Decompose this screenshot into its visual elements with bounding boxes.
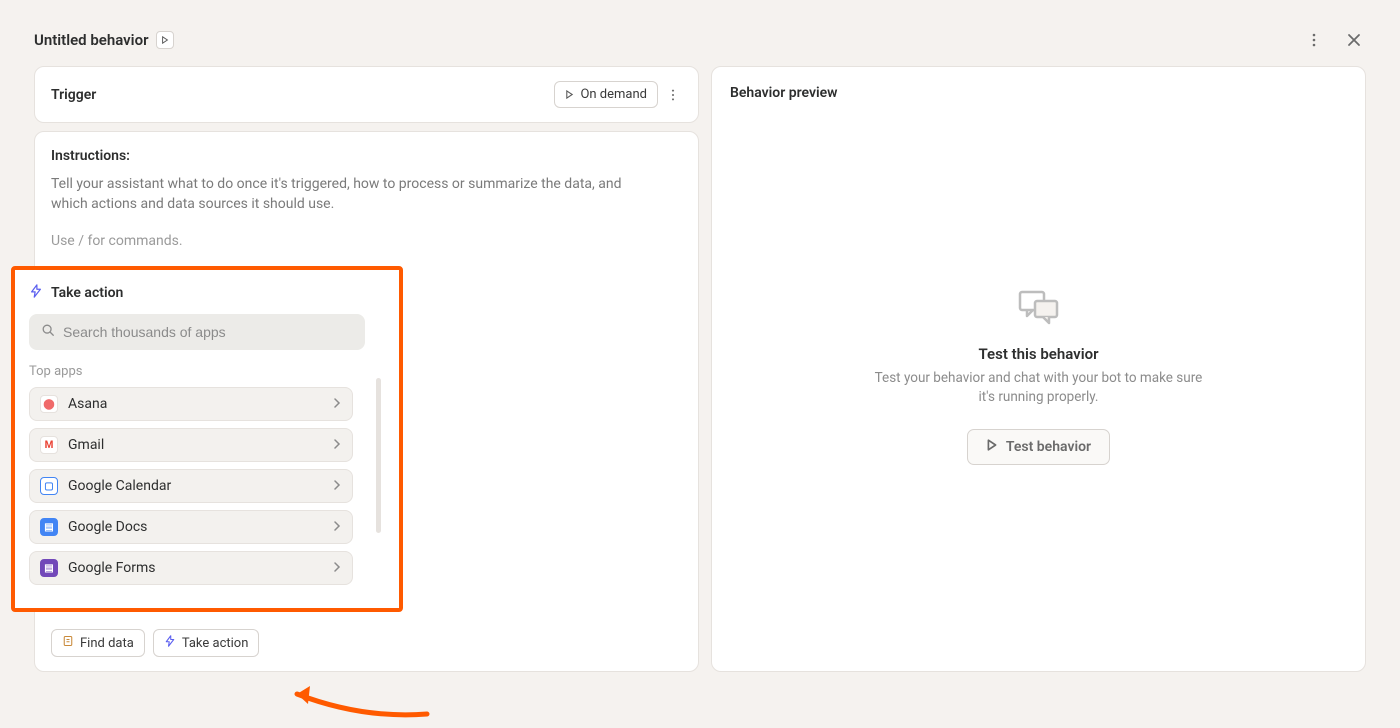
lightning-icon	[29, 284, 43, 302]
chevron-right-icon	[332, 519, 342, 535]
trigger-card: Trigger On demand	[34, 66, 699, 123]
gmail-icon: M	[40, 436, 58, 454]
more-menu-icon[interactable]	[1302, 28, 1326, 52]
trigger-more-icon[interactable]	[664, 83, 682, 107]
test-behavior-button[interactable]: Test behavior	[967, 429, 1110, 465]
play-icon	[986, 439, 998, 455]
app-item-label: Google Forms	[68, 560, 156, 576]
app-item-label: Google Docs	[68, 519, 147, 535]
find-data-label: Find data	[80, 636, 134, 651]
trigger-mode-chip[interactable]: On demand	[554, 81, 658, 108]
app-search-box[interactable]	[29, 314, 365, 350]
chat-icon	[1017, 289, 1061, 331]
app-item-label: Gmail	[68, 437, 104, 453]
search-icon	[41, 323, 55, 341]
app-item-google-calendar[interactable]: ▢ Google Calendar	[29, 469, 353, 503]
app-search-input[interactable]	[63, 324, 353, 340]
run-icon[interactable]	[156, 31, 174, 49]
app-item-gmail[interactable]: M Gmail	[29, 428, 353, 462]
app-item-google-forms[interactable]: ▤ Google Forms	[29, 551, 353, 585]
asana-icon: ⬤	[40, 395, 58, 413]
popover-title: Take action	[51, 285, 123, 301]
chevron-right-icon	[332, 560, 342, 576]
annotation-arrow	[282, 674, 432, 728]
lightning-icon	[164, 635, 176, 651]
behavior-title[interactable]: Untitled behavior	[34, 31, 148, 49]
google-calendar-icon: ▢	[40, 477, 58, 495]
preview-heading: Test this behavior	[979, 345, 1099, 363]
instructions-card: Instructions: Tell your assistant what t…	[34, 131, 699, 672]
chevron-right-icon	[332, 437, 342, 453]
top-apps-label: Top apps	[29, 364, 385, 379]
take-action-button[interactable]: Take action	[153, 629, 260, 657]
preview-panel: Behavior preview Test this behavior Test…	[711, 66, 1366, 672]
app-item-label: Google Calendar	[68, 478, 171, 494]
google-forms-icon: ▤	[40, 559, 58, 577]
document-icon	[62, 635, 74, 651]
app-item-label: Asana	[68, 396, 107, 412]
find-data-button[interactable]: Find data	[51, 629, 145, 657]
instructions-input[interactable]: Use / for commands.	[51, 233, 682, 249]
test-behavior-label: Test behavior	[1006, 439, 1091, 455]
scrollbar[interactable]	[376, 378, 381, 533]
chevron-right-icon	[332, 396, 342, 412]
preview-subtitle: Test your behavior and chat with your bo…	[869, 369, 1209, 407]
instructions-title: Instructions:	[51, 148, 682, 164]
trigger-label: Trigger	[51, 87, 96, 103]
chevron-right-icon	[332, 478, 342, 494]
google-docs-icon: ▤	[40, 518, 58, 536]
trigger-mode-label: On demand	[580, 87, 647, 102]
app-item-google-docs[interactable]: ▤ Google Docs	[29, 510, 353, 544]
take-action-popover: Take action Top apps ⬤ Asana	[11, 266, 403, 612]
preview-panel-title: Behavior preview	[730, 85, 1347, 101]
topbar: Untitled behavior	[10, 10, 1390, 66]
app-item-asana[interactable]: ⬤ Asana	[29, 387, 353, 421]
close-icon[interactable]	[1342, 28, 1366, 52]
take-action-label: Take action	[182, 636, 249, 651]
instructions-help: Tell your assistant what to do once it's…	[51, 174, 641, 215]
